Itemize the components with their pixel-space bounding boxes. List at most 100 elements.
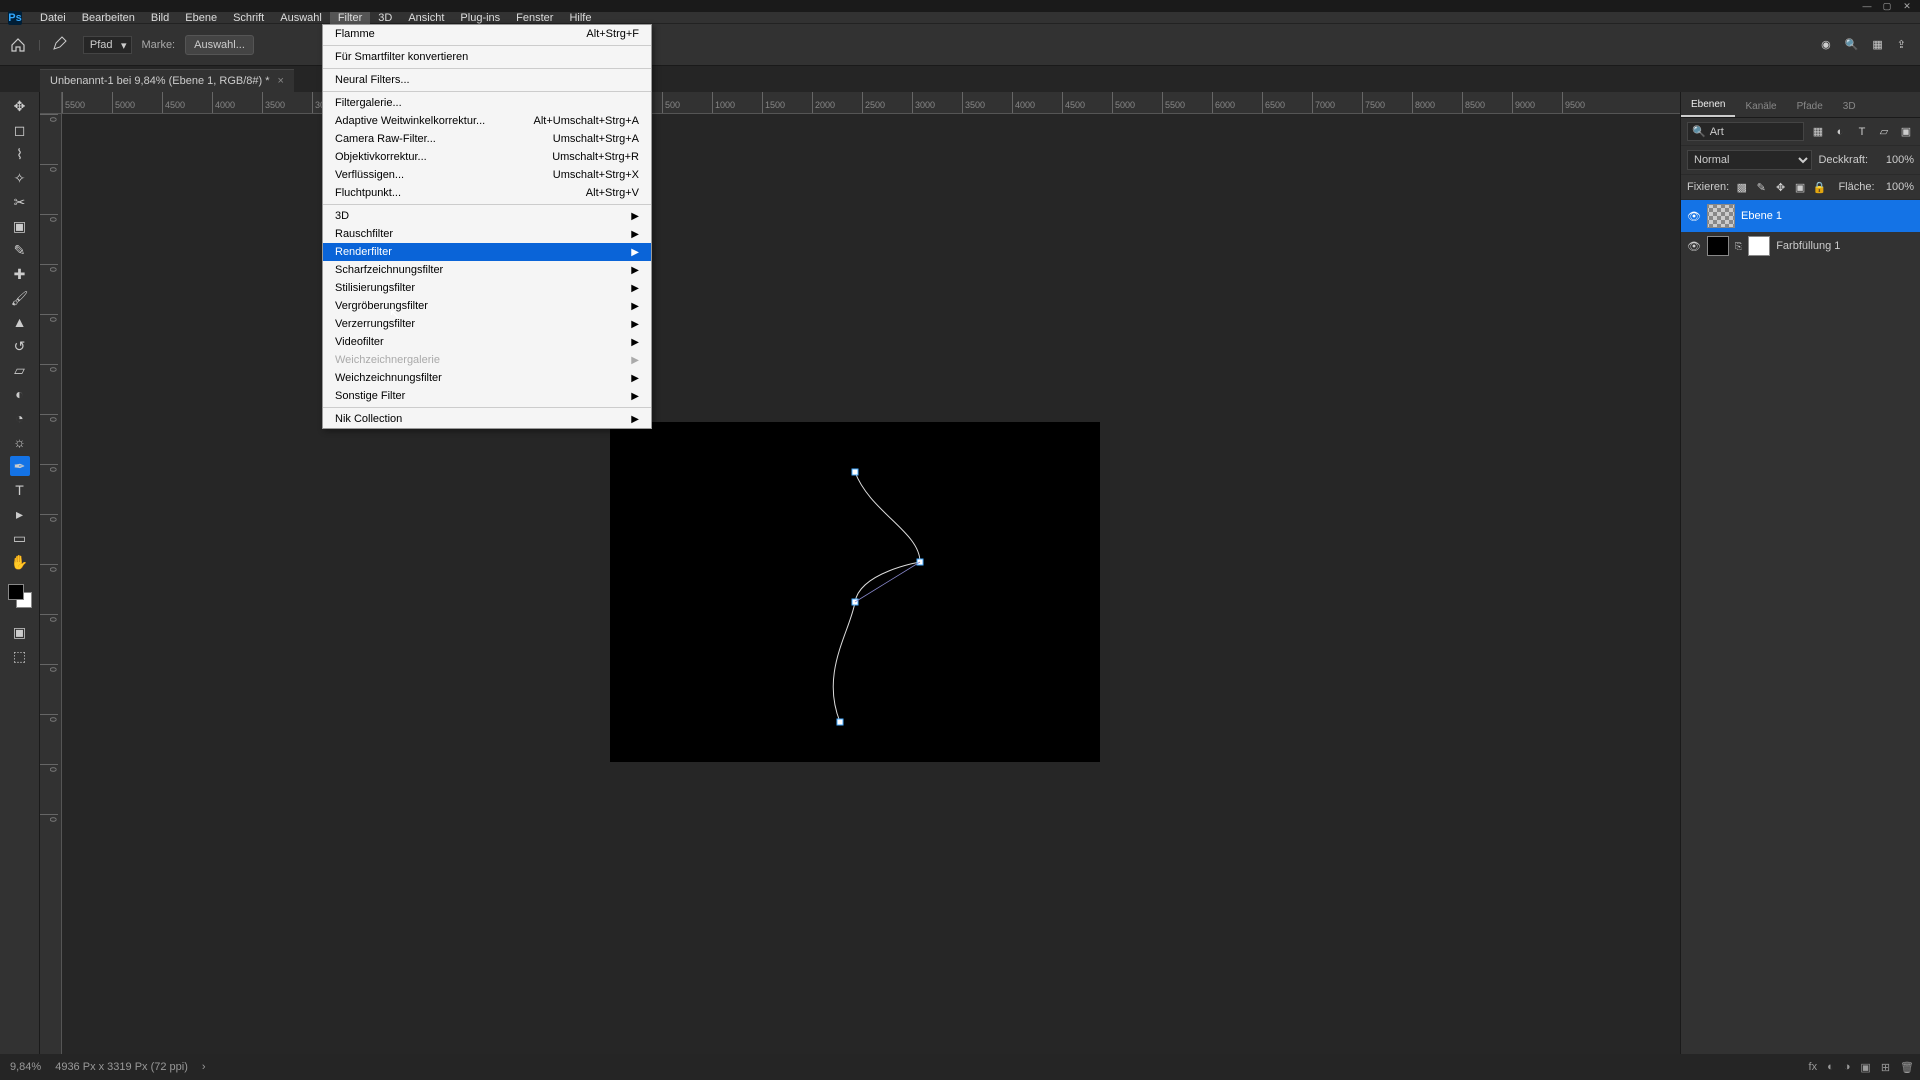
new-layer-icon[interactable]: ⊞ (1881, 1061, 1890, 1074)
lasso-tool-icon[interactable]: ⌇ (10, 144, 30, 164)
layer-thumbnail[interactable] (1707, 204, 1735, 228)
gradient-tool-icon[interactable]: ◐ (10, 384, 30, 404)
opacity-value[interactable]: 100% (1874, 154, 1914, 166)
link-icon[interactable]: ⎘ (1735, 241, 1742, 252)
document-tab[interactable]: Unbenannt-1 bei 9,84% (Ebene 1, RGB/8#) … (40, 69, 294, 92)
home-icon[interactable] (8, 35, 28, 55)
filter-distort[interactable]: Verzerrungsfilter▶ (323, 315, 651, 333)
filter-shape-icon[interactable]: ▱ (1876, 124, 1892, 140)
ruler-vertical[interactable]: 000000000000000 (40, 114, 62, 1054)
menu-plugins[interactable]: Plug-ins (452, 12, 508, 24)
move-tool-icon[interactable]: ✥ (10, 96, 30, 116)
fill-layer-thumbnail[interactable] (1707, 236, 1729, 256)
filter-smart-icon[interactable]: ▣ (1898, 124, 1914, 140)
filter-liquify[interactable]: Verflüssigen...Umschalt+Strg+X (323, 166, 651, 184)
layer-filter-search[interactable]: 🔍 Art (1687, 122, 1804, 141)
blend-mode-dropdown[interactable]: Normal (1687, 150, 1812, 170)
lock-all-icon[interactable]: 🔒 (1813, 179, 1827, 195)
doc-info[interactable]: 4936 Px x 3319 Px (72 ppi) (55, 1061, 188, 1073)
filter-gallery[interactable]: Filtergalerie... (323, 94, 651, 112)
tab-close-icon[interactable]: × (278, 75, 284, 87)
filter-type-icon[interactable]: T (1854, 124, 1870, 140)
menu-image[interactable]: Bild (143, 12, 177, 24)
selection-button[interactable]: Auswahl... (185, 35, 254, 55)
foreground-color-swatch[interactable] (8, 584, 24, 600)
filter-wideangle[interactable]: Adaptive Weitwinkelkorrektur...Alt+Umsch… (323, 112, 651, 130)
menu-filter[interactable]: Filter (330, 12, 370, 24)
cloud-icon[interactable]: ◉ (1821, 38, 1831, 51)
screenmode-icon[interactable]: ⬚ (10, 646, 30, 666)
healing-tool-icon[interactable]: ✚ (10, 264, 30, 284)
lock-position-icon[interactable]: ✥ (1774, 179, 1787, 195)
filter-noise[interactable]: Rauschfilter▶ (323, 225, 651, 243)
minimize-icon[interactable]: — (1860, 1, 1874, 11)
shape-tool-icon[interactable]: ▭ (10, 528, 30, 548)
filter-pixelate[interactable]: Vergröberungsfilter▶ (323, 297, 651, 315)
fill-value[interactable]: 100% (1881, 181, 1914, 193)
brush-tool-icon[interactable]: 🖌 (10, 288, 30, 308)
filter-nik-collection[interactable]: Nik Collection▶ (323, 410, 651, 428)
frame-tool-icon[interactable]: ▣ (10, 216, 30, 236)
wand-tool-icon[interactable]: ✧ (10, 168, 30, 188)
adjustment-icon[interactable]: ◑ (1844, 1061, 1851, 1074)
layer-row[interactable]: 👁 Ebene 1 (1681, 200, 1920, 232)
maximize-icon[interactable]: ▢ (1880, 1, 1894, 11)
blur-tool-icon[interactable]: ◔ (10, 408, 30, 428)
mask-icon[interactable]: ◐ (1827, 1061, 1834, 1074)
filter-sharpen[interactable]: Scharfzeichnungsfilter▶ (323, 261, 651, 279)
filter-adjust-icon[interactable]: ◐ (1832, 124, 1848, 140)
ruler-horizontal[interactable]: 5500500045004000350030002500200015001000… (62, 92, 1680, 114)
canvas-area[interactable]: 5500500045004000350030002500200015001000… (40, 92, 1680, 1054)
lock-artboard-icon[interactable]: ▣ (1793, 179, 1806, 195)
quickmask-icon[interactable]: ▣ (10, 622, 30, 642)
filter-other[interactable]: Sonstige Filter▶ (323, 387, 651, 405)
close-icon[interactable]: ✕ (1900, 1, 1914, 11)
canvas-document[interactable] (610, 422, 1100, 762)
zoom-level[interactable]: 9,84% (10, 1061, 41, 1073)
filter-video[interactable]: Videofilter▶ (323, 333, 651, 351)
filter-blur[interactable]: Weichzeichnungsfilter▶ (323, 369, 651, 387)
menu-file[interactable]: Datei (32, 12, 74, 24)
menu-help[interactable]: Hilfe (561, 12, 599, 24)
share-icon[interactable]: ⇪ (1897, 38, 1906, 51)
menu-edit[interactable]: Bearbeiten (74, 12, 143, 24)
menu-type[interactable]: Schrift (225, 12, 272, 24)
color-swatches[interactable] (8, 584, 32, 608)
marquee-tool-icon[interactable]: ◻ (10, 120, 30, 140)
menu-window[interactable]: Fenster (508, 12, 561, 24)
menu-view[interactable]: Ansicht (400, 12, 452, 24)
filter-3d[interactable]: 3D▶ (323, 207, 651, 225)
menu-select[interactable]: Auswahl (272, 12, 330, 24)
trash-icon[interactable]: 🗑 (1900, 1061, 1914, 1074)
pen-tool-icon[interactable] (51, 34, 73, 55)
filter-camera-raw[interactable]: Camera Raw-Filter...Umschalt+Strg+A (323, 130, 651, 148)
menu-layer[interactable]: Ebene (177, 12, 225, 24)
filter-pixel-icon[interactable]: ▦ (1810, 124, 1826, 140)
filter-last[interactable]: FlammeAlt+Strg+F (323, 25, 651, 43)
layer-row[interactable]: 👁 ⎘ Farbfüllung 1 (1681, 232, 1920, 260)
filter-stylize[interactable]: Stilisierungsfilter▶ (323, 279, 651, 297)
tab-channels[interactable]: Kanäle (1735, 96, 1786, 117)
tab-3d[interactable]: 3D (1833, 96, 1866, 117)
path-select-icon[interactable]: ▸ (10, 504, 30, 524)
dodge-tool-icon[interactable]: ☼ (10, 432, 30, 452)
info-arrow-icon[interactable]: › (202, 1061, 206, 1073)
path-mode-dropdown[interactable]: Pfad (83, 36, 132, 54)
visibility-icon[interactable]: 👁 (1687, 210, 1701, 223)
hand-tool-icon[interactable]: ✋ (10, 552, 30, 572)
menu-3d[interactable]: 3D (370, 12, 400, 24)
filter-vanishing-point[interactable]: Fluchtpunkt...Alt+Strg+V (323, 184, 651, 202)
group-icon[interactable]: ▣ (1860, 1061, 1870, 1074)
crop-tool-icon[interactable]: ✂ (10, 192, 30, 212)
pen-tool-icon[interactable]: ✒ (10, 456, 30, 476)
lock-pixels-icon[interactable]: ✎ (1755, 179, 1768, 195)
lock-transparency-icon[interactable]: ▩ (1735, 179, 1748, 195)
ruler-origin[interactable] (40, 92, 62, 114)
history-brush-icon[interactable]: ↺ (10, 336, 30, 356)
filter-lens-correction[interactable]: Objektivkorrektur...Umschalt+Strg+R (323, 148, 651, 166)
filter-render[interactable]: Renderfilter▶ (323, 243, 651, 261)
filter-neural[interactable]: Neural Filters... (323, 71, 651, 89)
fx-icon[interactable]: fx (1809, 1061, 1818, 1074)
stamp-tool-icon[interactable]: ▲ (10, 312, 30, 332)
tab-layers[interactable]: Ebenen (1681, 94, 1735, 117)
